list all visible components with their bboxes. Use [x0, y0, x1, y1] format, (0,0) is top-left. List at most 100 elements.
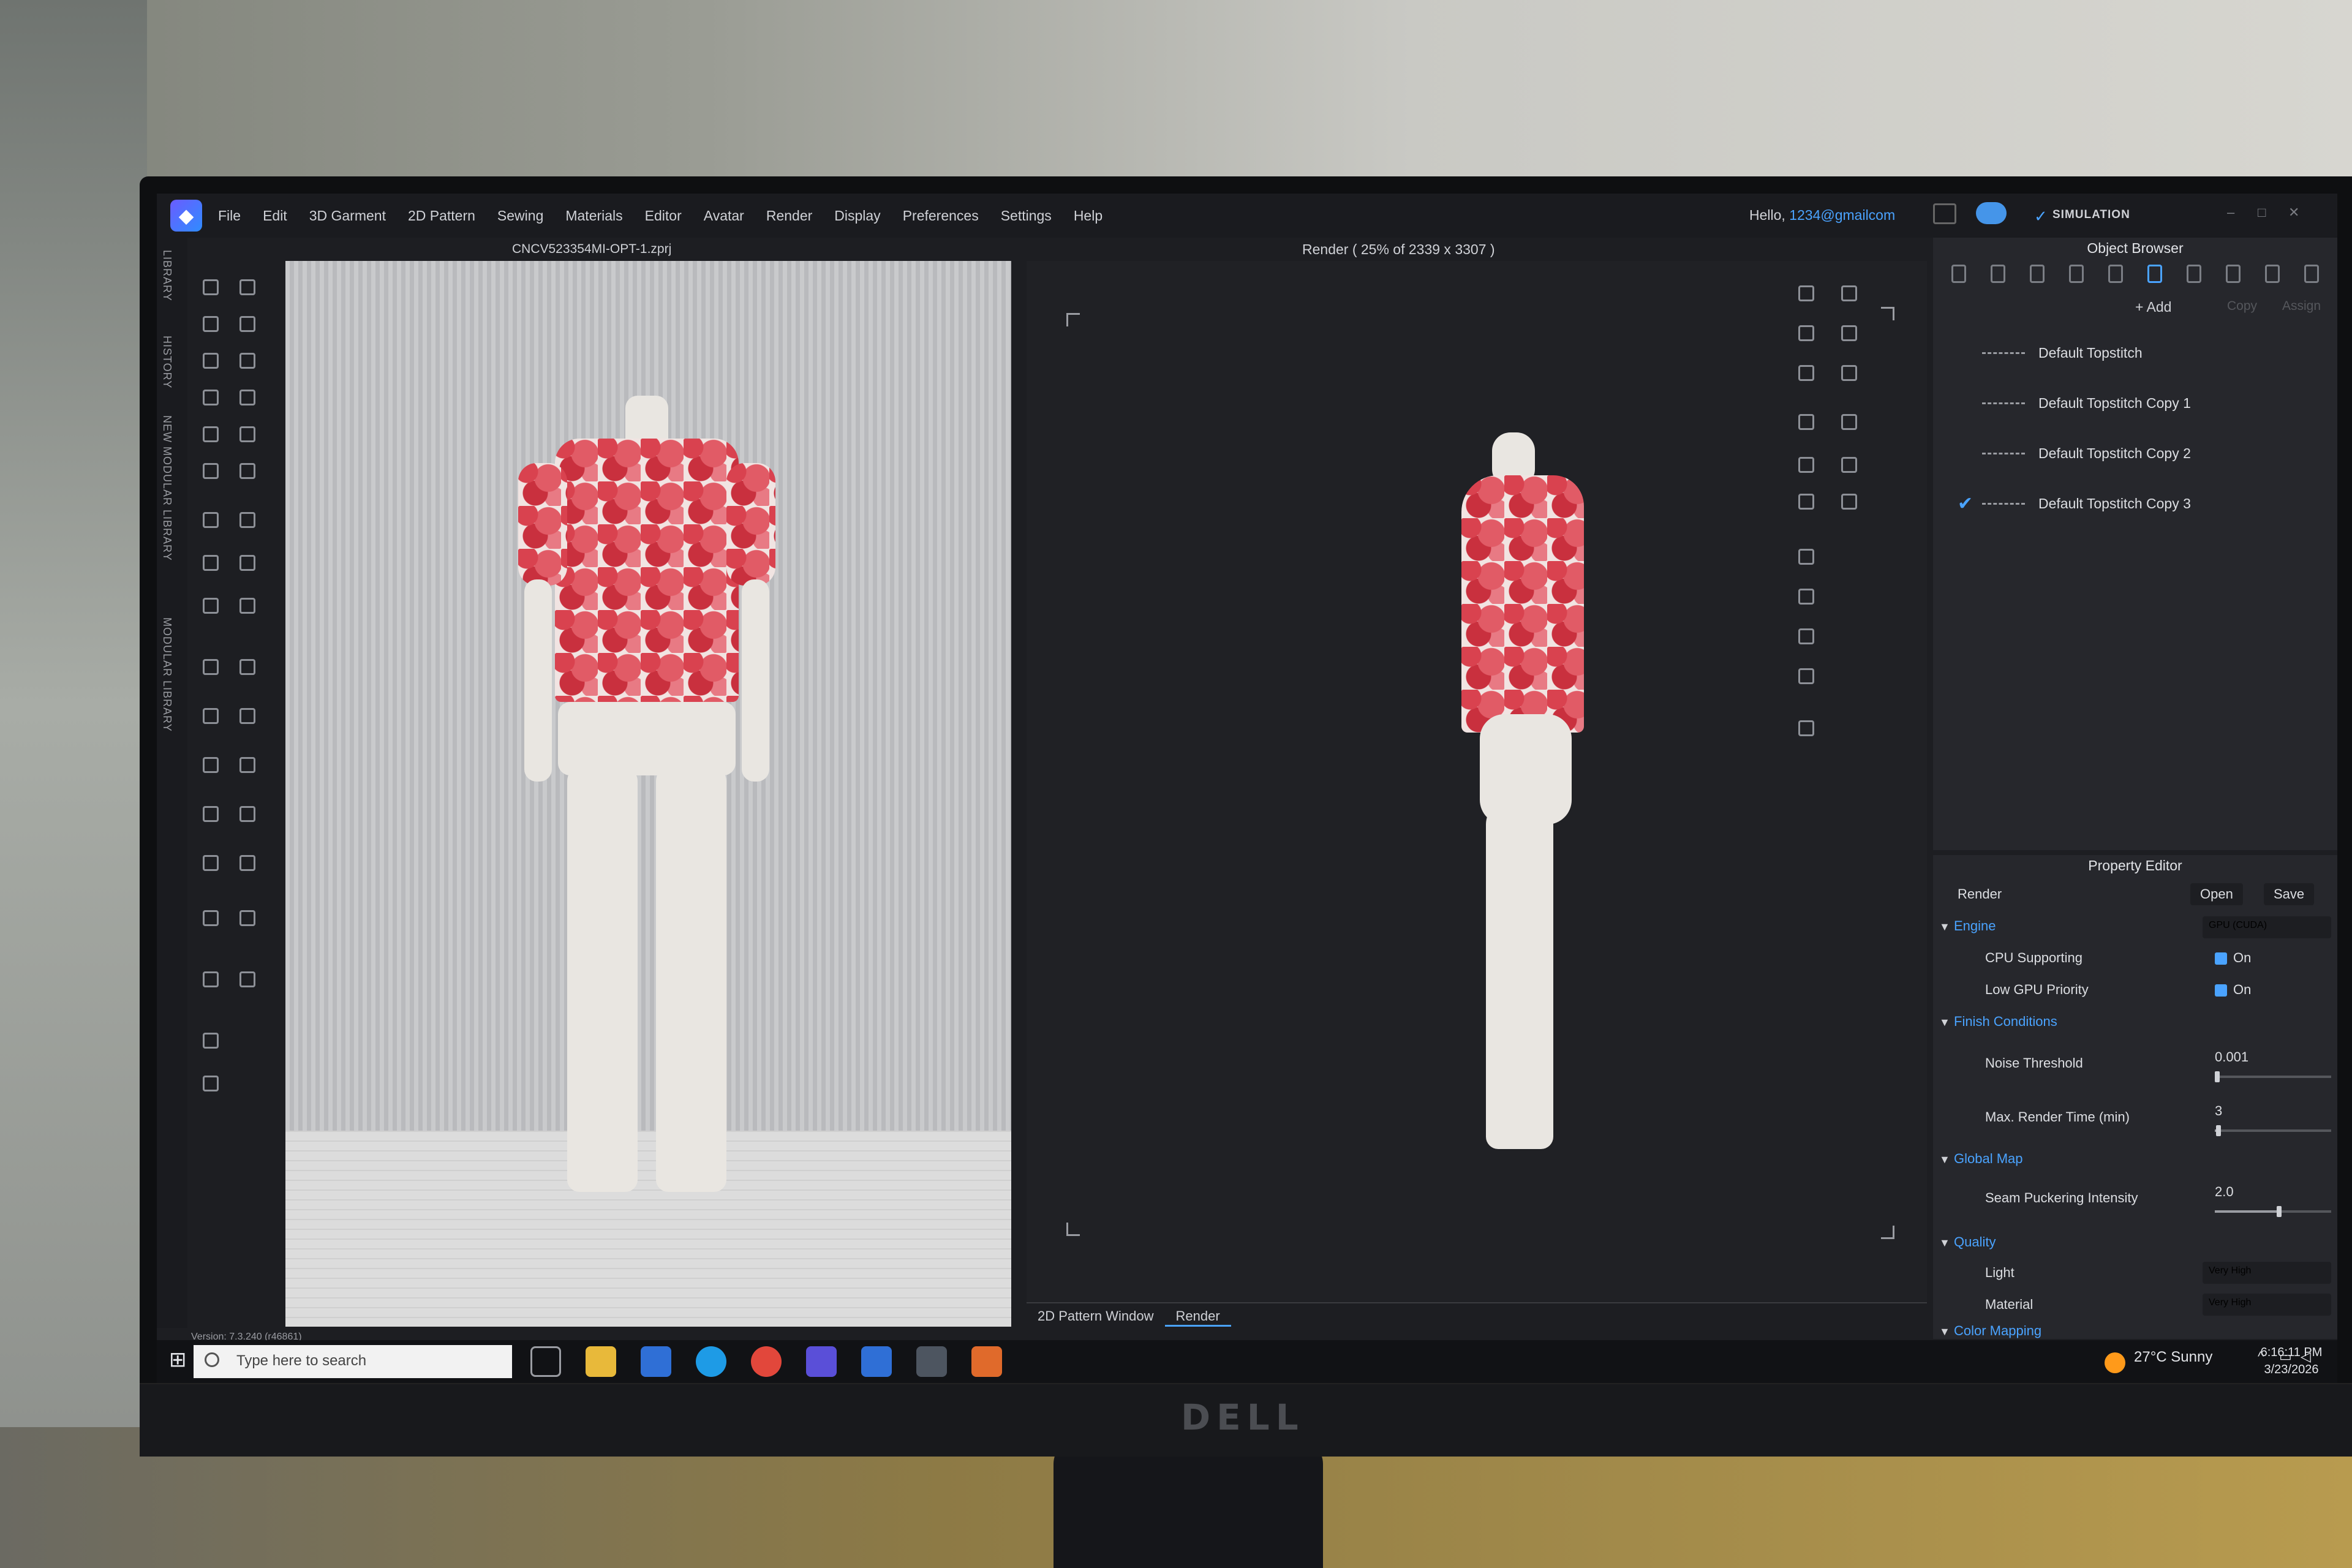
noise-threshold-value[interactable]: 0.001	[2215, 1039, 2248, 1076]
cloud-icon[interactable]	[1976, 202, 2007, 224]
slider-knob[interactable]	[2215, 1125, 2221, 1136]
pleat-tool-icon[interactable]	[233, 457, 258, 481]
texture-tool-icon[interactable]	[197, 653, 221, 677]
button-tool-icon[interactable]	[233, 549, 258, 573]
trim-tool-icon[interactable]	[197, 549, 221, 573]
camera-icon[interactable]	[1792, 582, 1817, 607]
avatar-tool-icon[interactable]	[233, 702, 258, 726]
grid-tool-icon[interactable]	[233, 849, 258, 873]
task-view-icon[interactable]	[530, 1346, 561, 1377]
assign-button[interactable]: Assign	[2282, 299, 2321, 314]
more-icon[interactable]	[2304, 265, 2319, 283]
section-global-map[interactable]: ▼ Global Map	[1933, 1147, 2337, 1174]
sphere-icon[interactable]	[1835, 319, 1860, 344]
list-item[interactable]: Default Topstitch Copy 1	[1958, 391, 2191, 415]
noise-threshold-slider[interactable]	[2214, 1071, 2331, 1082]
disc-icon[interactable]	[1835, 451, 1860, 475]
stitch-tool-icon[interactable]	[197, 420, 221, 445]
pattern-tool-icon[interactable]	[197, 506, 221, 530]
tab-library[interactable]: LIBRARY	[160, 250, 173, 301]
zipper-tool-icon[interactable]	[197, 592, 221, 616]
section-quality[interactable]: ▼ Quality	[1933, 1230, 2337, 1257]
slider-knob[interactable]	[2276, 1206, 2282, 1217]
taskbar-search-input[interactable]: Type here to search	[194, 1345, 512, 1378]
chrome-icon[interactable]	[751, 1346, 782, 1377]
frame-icon[interactable]	[1792, 408, 1817, 432]
menu-2d-pattern[interactable]: 2D Pattern	[408, 208, 475, 224]
calculator-icon[interactable]	[916, 1346, 947, 1377]
avatar-front-view[interactable]	[506, 396, 788, 1229]
add-button[interactable]: + Add	[2135, 299, 2171, 315]
zipper-icon[interactable]	[2226, 265, 2241, 283]
3d-viewport[interactable]	[285, 261, 1011, 1327]
body-tool-icon[interactable]	[197, 1069, 221, 1094]
cloud-render-icon[interactable]	[1792, 714, 1817, 739]
list-item[interactable]: Default Topstitch Copy 2	[1958, 441, 2191, 466]
cushion-tool-icon[interactable]	[197, 965, 221, 990]
list-icon[interactable]	[1951, 265, 1966, 283]
clo3d-app-icon[interactable]	[806, 1346, 837, 1377]
select-tool-icon[interactable]	[197, 273, 221, 298]
garment-shirt-side[interactable]	[1461, 475, 1584, 733]
piping-tool-icon[interactable]	[233, 653, 258, 677]
simulation-icon[interactable]: ✓	[2034, 207, 2048, 226]
rivet-tool-icon[interactable]	[233, 592, 258, 616]
open-button[interactable]: Open	[2190, 883, 2243, 905]
light-tool-icon[interactable]	[1835, 359, 1860, 383]
hanger-tool-icon[interactable]	[197, 800, 221, 824]
shorts-tool-icon[interactable]	[197, 751, 221, 775]
menu-settings[interactable]: Settings	[1001, 208, 1052, 224]
menu-3d-garment[interactable]: 3D Garment	[309, 208, 386, 224]
account-email[interactable]: 1234@gmailcom	[1789, 207, 1895, 223]
slider-knob[interactable]	[2214, 1071, 2220, 1082]
fabric-icon[interactable]	[1991, 265, 2005, 283]
segment-tool-icon[interactable]	[233, 420, 258, 445]
cpu-supporting-checkbox[interactable]: On	[2215, 946, 2251, 970]
puckering-icon[interactable]	[2187, 265, 2201, 283]
start-icon[interactable]: ⊞	[169, 1348, 187, 1372]
download-icon[interactable]	[1835, 279, 1860, 304]
move-tool-icon[interactable]	[233, 273, 258, 298]
tab-2d-pattern-window[interactable]: 2D Pattern Window	[1027, 1303, 1165, 1327]
outlook-icon[interactable]	[861, 1346, 892, 1377]
list-item[interactable]: ✔ Default Topstitch Copy 3	[1958, 491, 2191, 516]
save-button[interactable]: Save	[2264, 883, 2315, 905]
menu-editor[interactable]: Editor	[645, 208, 682, 224]
brush-tool-icon[interactable]	[233, 347, 258, 371]
pose-tool-icon[interactable]	[197, 904, 221, 929]
copy-button[interactable]: Copy	[2227, 299, 2257, 314]
menu-help[interactable]: Help	[1074, 208, 1102, 224]
low-gpu-priority-checkbox[interactable]: On	[2215, 978, 2251, 1002]
button-icon[interactable]	[2069, 265, 2084, 283]
close-icon[interactable]: ✕	[2288, 205, 2299, 221]
mail-icon[interactable]	[641, 1346, 671, 1377]
play-render-icon[interactable]	[1792, 319, 1817, 344]
gravity-tool-icon[interactable]	[197, 1027, 221, 1051]
spotlight-icon[interactable]	[1835, 408, 1860, 432]
menu-render[interactable]: Render	[766, 208, 812, 224]
topstitch-icon[interactable]	[2147, 265, 2162, 283]
render-settings-icon[interactable]	[1792, 279, 1817, 304]
tab-render[interactable]: Render	[1164, 1303, 1231, 1327]
home-icon[interactable]	[1933, 203, 1956, 224]
material-quality-select[interactable]: Very High	[2203, 1294, 2331, 1316]
image-icon[interactable]	[1792, 488, 1817, 512]
measure-tool-icon[interactable]	[197, 457, 221, 481]
buttonhole-icon[interactable]	[2108, 265, 2123, 283]
layer-tool-icon[interactable]	[233, 751, 258, 775]
fitting-tool-icon[interactable]	[233, 800, 258, 824]
pinned-app-icon[interactable]	[971, 1346, 1002, 1377]
max-render-time-value[interactable]: 3	[2215, 1093, 2222, 1129]
snap-tool-icon[interactable]	[233, 904, 258, 929]
seam-puckering-value[interactable]: 2.0	[2215, 1174, 2234, 1210]
needle-tool-icon[interactable]	[233, 383, 258, 408]
snapshot-icon[interactable]	[1792, 451, 1817, 475]
list-item[interactable]: Default Topstitch	[1958, 341, 2143, 365]
maximize-icon[interactable]: □	[2258, 205, 2266, 221]
simulation-mode[interactable]: SIMULATION	[2052, 208, 2130, 222]
add-point-icon[interactable]	[197, 310, 221, 334]
file-explorer-icon[interactable]	[586, 1346, 616, 1377]
tab-new-modular-library[interactable]: NEW MODULAR LIBRARY	[160, 415, 173, 561]
tab-history[interactable]: HISTORY	[160, 336, 173, 388]
edge-icon[interactable]	[696, 1346, 726, 1377]
